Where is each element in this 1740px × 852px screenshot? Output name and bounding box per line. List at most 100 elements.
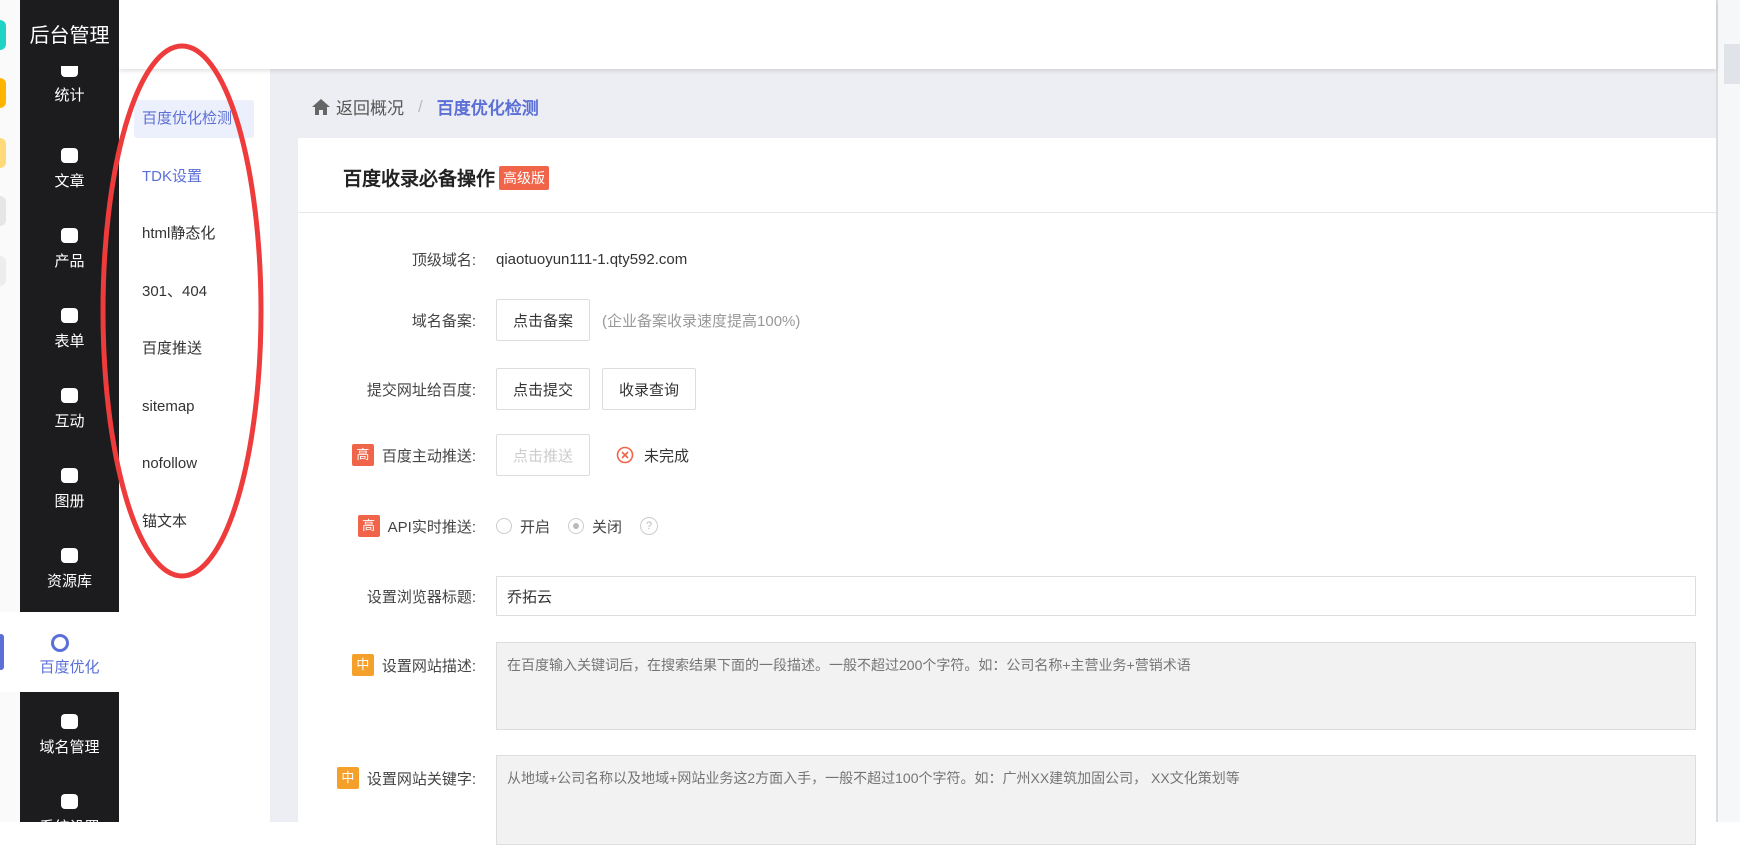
album-icon xyxy=(61,468,78,483)
high-level-badge: 高 xyxy=(351,444,374,466)
sidebar-item-label: 域名管理 xyxy=(39,739,100,756)
index-query-button[interactable]: 收录查询 xyxy=(602,368,697,410)
api-label-text: API实时推送: xyxy=(387,518,476,536)
sidebar-item[interactable]: 百度优化 xyxy=(0,612,119,692)
app-icon[interactable] xyxy=(0,20,6,50)
row-description: 中设置网站描述: xyxy=(298,642,1716,730)
app-icon[interactable] xyxy=(0,256,6,286)
api-label: 高 API实时推送: xyxy=(298,515,496,537)
help-icon[interactable]: ? xyxy=(640,517,659,535)
push-label: 高百度主动推送: xyxy=(298,444,496,466)
sidebar-item[interactable]: 系统设置 xyxy=(20,772,119,852)
icp-button[interactable]: 点击备案 xyxy=(496,299,591,341)
mid-level-badge: 中 xyxy=(336,767,359,789)
app-launcher-strip xyxy=(0,0,20,822)
sidebar-item[interactable]: 图册 xyxy=(20,446,119,526)
api-off-radio[interactable]: 关闭 xyxy=(568,516,622,537)
domain-label: 顶级域名: xyxy=(411,251,476,269)
active-indicator xyxy=(0,634,4,670)
api-off-label: 关闭 xyxy=(592,518,623,536)
domain-value: qiaotuoyun111-1.qty592.com xyxy=(496,250,688,268)
sidebar-item-label: 百度优化 xyxy=(39,659,100,676)
breadcrumb: 返回概况 / 百度优化检测 xyxy=(311,94,539,119)
row-api: 高 API实时推送: 开启 关闭 ? xyxy=(298,513,1716,539)
card-title-text: 百度收录必备操作 xyxy=(343,169,496,190)
breadcrumb-back-link[interactable]: 返回概况 xyxy=(336,94,404,119)
top-header xyxy=(119,0,1716,69)
main-sidebar: 后台管理 统计文章产品表单互动图册资源库百度优化域名管理系统设置 xyxy=(0,0,119,836)
sidebar-item-label: 表单 xyxy=(54,333,85,350)
sidebar-item[interactable]: 域名管理 xyxy=(20,692,119,772)
chat-icon xyxy=(61,388,78,403)
submenu-item[interactable]: TDK设置 xyxy=(134,158,254,196)
sidebar-item-label: 文章 xyxy=(54,173,85,190)
radio-circle[interactable] xyxy=(496,518,512,534)
push-status-text: 未完成 xyxy=(644,447,690,465)
submenu-item[interactable]: 百度优化检测 xyxy=(134,100,254,138)
home-icon[interactable] xyxy=(311,98,331,116)
app-icon[interactable] xyxy=(0,78,6,108)
mid-level-badge: 中 xyxy=(351,654,374,676)
right-panel xyxy=(1716,0,1740,822)
site-description-textarea[interactable] xyxy=(496,642,1696,730)
premium-badge: 高级版 xyxy=(499,165,550,190)
app-title: 后台管理 xyxy=(20,0,119,66)
submenu: 百度优化检测 TDK设置 html静态化 301、404 百度推送 sitemap nofo… xyxy=(119,66,270,822)
submenu-item[interactable]: sitemap xyxy=(134,388,254,426)
api-on-label: 开启 xyxy=(520,518,551,536)
sidebar-item-label: 图册 xyxy=(54,493,85,510)
sidebar-item-label: 系统设置 xyxy=(39,819,100,836)
browser-title-input[interactable] xyxy=(496,576,1696,616)
error-circle-icon xyxy=(616,446,634,464)
database-icon xyxy=(61,548,78,563)
row-submit: 提交网址给百度: 点击提交 收录查询 xyxy=(298,368,1716,410)
breadcrumb-separator: / xyxy=(418,96,423,116)
submenu-item[interactable]: html静态化 xyxy=(134,215,254,253)
breadcrumb-current: 百度优化检测 xyxy=(436,99,539,118)
push-button[interactable]: 点击推送 xyxy=(496,434,591,476)
sidebar-item[interactable]: 表单 xyxy=(20,286,119,366)
target-icon xyxy=(51,634,69,652)
kw-label-text: 设置网站关键字: xyxy=(366,770,476,788)
desc-label-text: 设置网站描述: xyxy=(381,657,476,675)
seo-card: 百度收录必备操作 高级版 顶级域名: qiaotuoyun111-1.qty592… xyxy=(298,138,1716,845)
card-title: 百度收录必备操作 高级版 xyxy=(343,164,550,191)
row-keywords: 中设置网站关键字: xyxy=(298,755,1716,845)
sidebar-item-label: 互动 xyxy=(54,413,85,430)
app-icon[interactable] xyxy=(0,196,6,226)
sidebar-item[interactable]: 互动 xyxy=(20,366,119,446)
submenu-item[interactable]: 锚文本 xyxy=(134,503,254,541)
submenu-item[interactable]: nofollow xyxy=(134,445,254,483)
icp-label: 域名备案: xyxy=(411,312,476,330)
submenu-item[interactable]: 301、404 xyxy=(134,273,254,311)
desc-label: 中设置网站描述: xyxy=(298,642,496,676)
site-keywords-textarea[interactable] xyxy=(496,755,1696,845)
divider xyxy=(298,212,1716,213)
domain-icon xyxy=(61,714,78,729)
row-icp: 域名备案: 点击备案 (企业备案收录速度提高100%) xyxy=(298,299,1716,341)
row-domain: 顶级域名: qiaotuoyun111-1.qty592.com xyxy=(298,246,1716,272)
kw-label: 中设置网站关键字: xyxy=(298,755,496,789)
sidebar-item-label: 统计 xyxy=(54,87,85,104)
right-panel-item[interactable] xyxy=(1724,44,1740,84)
push-label-text: 百度主动推送: xyxy=(381,447,476,465)
sidebar-item-label: 产品 xyxy=(54,253,85,270)
icp-hint: (企业备案收录速度提高100%) xyxy=(602,312,801,330)
push-status: 未完成 xyxy=(616,445,689,466)
article-icon xyxy=(61,148,78,163)
sidebar-item[interactable]: 产品 xyxy=(20,206,119,286)
grid-icon xyxy=(61,228,78,243)
sidebar-item[interactable]: 文章 xyxy=(20,126,119,206)
sidebar-item-label: 资源库 xyxy=(46,573,92,590)
row-title: 设置浏览器标题: xyxy=(298,576,1716,616)
submit-label: 提交网址给百度: xyxy=(366,381,476,399)
title-label: 设置浏览器标题: xyxy=(366,588,476,606)
row-push: 高百度主动推送: 点击推送 未完成 xyxy=(298,434,1716,476)
sidebar-item[interactable]: 资源库 xyxy=(20,526,119,606)
radio-circle-checked[interactable] xyxy=(568,518,585,534)
api-on-radio[interactable]: 开启 xyxy=(496,516,550,537)
submit-url-button[interactable]: 点击提交 xyxy=(496,368,591,410)
app-icon[interactable] xyxy=(0,138,6,168)
gear-icon xyxy=(61,794,78,809)
submenu-item[interactable]: 百度推送 xyxy=(134,330,254,368)
